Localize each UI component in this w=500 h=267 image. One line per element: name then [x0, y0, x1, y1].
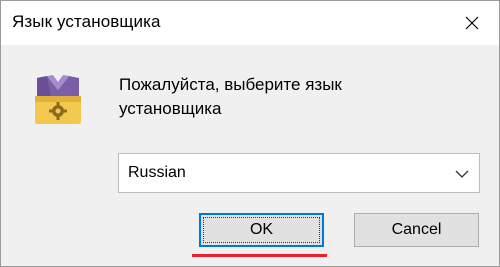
installer-package-icon	[33, 72, 83, 126]
close-icon	[465, 16, 479, 30]
cancel-button[interactable]: Cancel	[354, 213, 479, 247]
window-title: Язык установщика	[12, 12, 161, 31]
highlight-underline	[192, 254, 327, 257]
instruction-text: Пожалуйста, выберите язык установщика	[119, 75, 342, 118]
selected-language: Russian	[128, 164, 186, 181]
ok-button[interactable]: OK	[199, 213, 324, 247]
focus-rectangle	[203, 217, 320, 243]
chevron-down-icon	[455, 170, 469, 178]
installer-language-dialog: Язык установщика Пожалуйста, выберите яз…	[0, 0, 500, 267]
close-button[interactable]	[445, 1, 499, 45]
cancel-button-label: Cancel	[391, 221, 442, 238]
title-bar: Язык установщика	[1, 1, 499, 45]
language-select[interactable]: Russian	[118, 153, 480, 193]
